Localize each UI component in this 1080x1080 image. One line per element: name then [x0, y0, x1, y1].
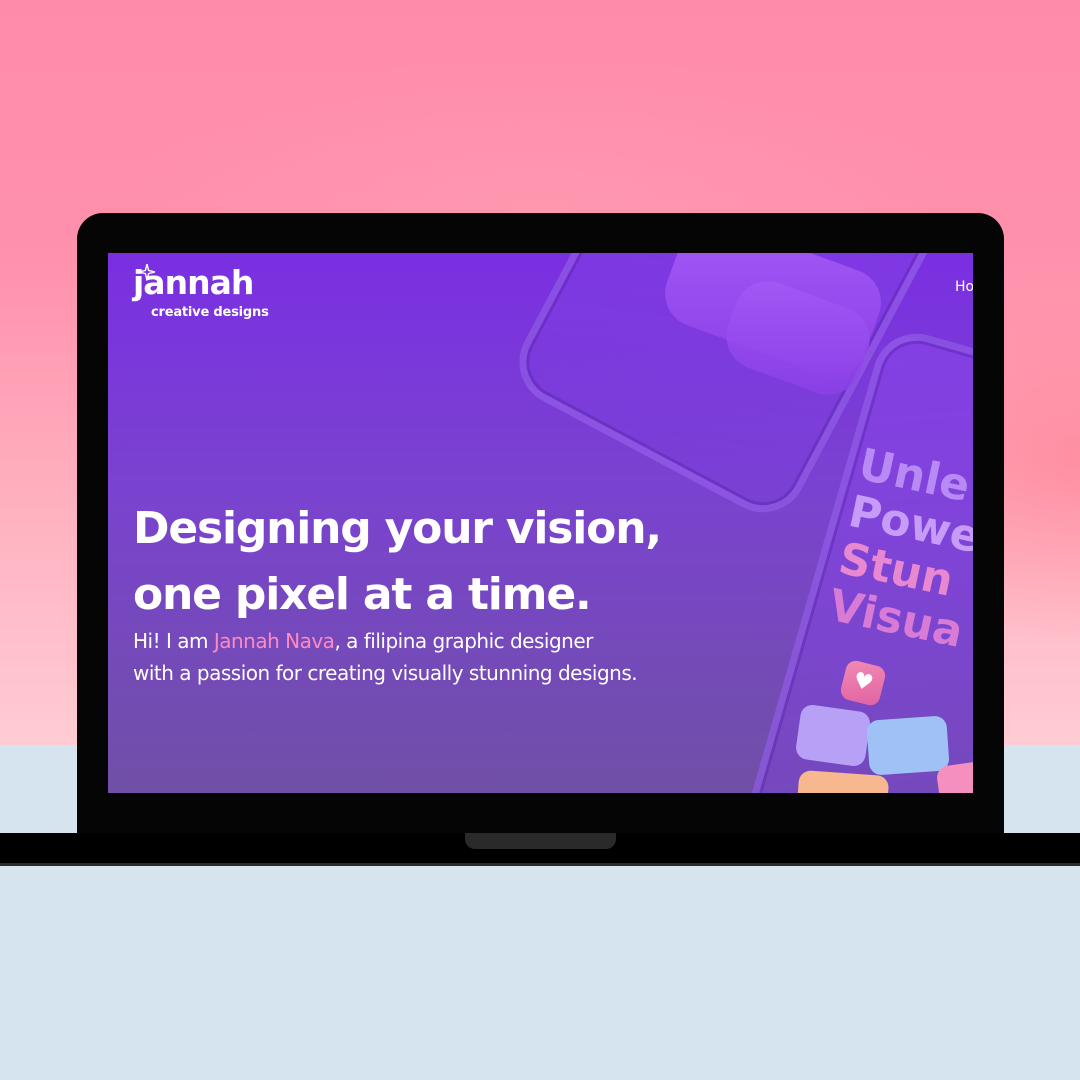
intro-prefix: Hi! I am — [133, 629, 214, 653]
hero-intro: Hi! I am Jannah Nava, a filipina graphic… — [133, 625, 638, 689]
nav-link-home[interactable]: Ho — [955, 279, 973, 295]
designer-name: Jannah Nava — [213, 629, 335, 653]
intro-suffix: , a filipina graphic designer — [334, 629, 593, 653]
website-screen: Unle Powe Stun Visua ♥ jannah creative d… — [108, 253, 973, 793]
laptop-hinge-notch — [465, 833, 616, 849]
intro-line-1: Hi! I am Jannah Nava, a filipina graphic… — [133, 625, 637, 657]
hero-headline-line: one pixel at a time. — [133, 569, 592, 620]
hero-headline-line: Designing your vision, — [133, 503, 662, 554]
chat-card-art — [866, 715, 950, 776]
logo-wordmark: jannah — [133, 263, 254, 302]
intro-line-2: with a passion for creating visually stu… — [133, 661, 638, 685]
logo-tagline: creative designs — [151, 305, 269, 320]
chat-card-art — [794, 703, 872, 768]
hero-headline: Designing your vision, one pixel at a ti… — [133, 496, 662, 628]
